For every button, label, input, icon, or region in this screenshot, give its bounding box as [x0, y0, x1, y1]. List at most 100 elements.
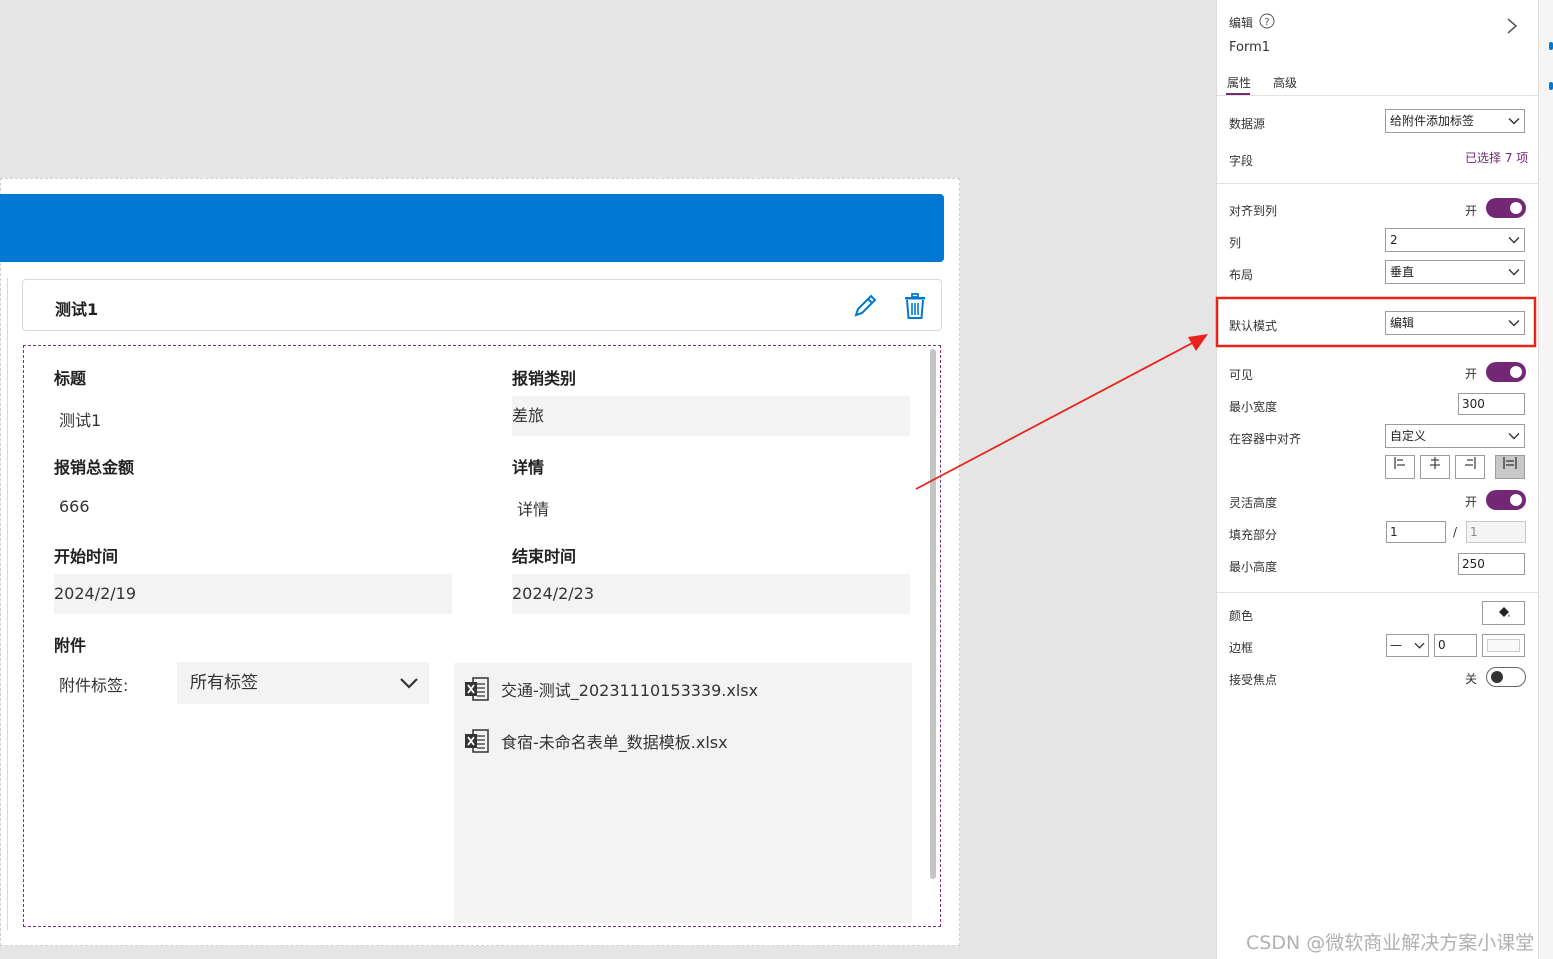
border-style-dropdown[interactable]: — — [1386, 634, 1429, 657]
color-label: 颜色 — [1229, 609, 1254, 623]
end-time-value[interactable]: 2024/2/23 — [512, 574, 910, 614]
align-center-button[interactable] — [1420, 455, 1450, 479]
color-picker[interactable] — [1482, 601, 1525, 625]
border-label: 边框 — [1229, 641, 1254, 655]
visible-state: 开 — [1465, 367, 1478, 381]
accept-focus-state: 关 — [1465, 672, 1478, 686]
align-stretch-icon — [1503, 457, 1517, 469]
detail-value[interactable]: 详情 — [517, 496, 549, 520]
min-height-input[interactable]: 250 — [1458, 553, 1525, 575]
visible-toggle[interactable] — [1486, 362, 1526, 382]
border-color-picker[interactable] — [1482, 634, 1525, 657]
title-label: 标题 — [54, 369, 87, 388]
snap-to-columns-state: 开 — [1465, 204, 1478, 218]
paint-bucket-icon — [1499, 607, 1510, 617]
attachment-list: 交通-测试_20231110153339.xlsx 食宿-未命名表单_数据模板.… — [454, 663, 912, 923]
trash-icon[interactable] — [902, 292, 928, 320]
attachment-item[interactable]: 食宿-未命名表单_数据模板.xlsx — [464, 726, 728, 756]
attachment-tag-dropdown[interactable]: 所有标签 — [177, 662, 429, 704]
align-start-button[interactable] — [1385, 455, 1415, 479]
category-value[interactable]: 差旅 — [512, 396, 910, 436]
accept-focus-label: 接受焦点 — [1229, 673, 1278, 687]
chevron-down-icon — [1508, 433, 1520, 440]
accept-focus-toggle[interactable] — [1486, 667, 1526, 687]
chevron-down-icon — [1508, 237, 1520, 244]
layout-label: 布局 — [1229, 268, 1254, 282]
visible-label: 可见 — [1229, 368, 1254, 382]
flexible-height-toggle[interactable] — [1486, 490, 1526, 510]
snap-to-columns-label: 对齐到列 — [1229, 204, 1278, 218]
fill-portions-separator: / — [1453, 525, 1458, 539]
border-width-input[interactable]: 0 — [1434, 634, 1477, 657]
flexible-height-label: 灵活高度 — [1229, 496, 1278, 510]
default-mode-value: 编辑 — [1390, 316, 1415, 330]
attachment-tag-label: 附件标签: — [59, 676, 129, 695]
toolbar-marker — [1549, 42, 1553, 50]
scrollbar[interactable] — [930, 349, 936, 879]
help-icon[interactable]: ? — [1259, 13, 1275, 29]
align-in-container-dropdown[interactable]: 自定义 — [1385, 424, 1525, 448]
category-label: 报销类别 — [512, 369, 577, 388]
border-color-swatch — [1487, 639, 1520, 652]
align-end-button[interactable] — [1455, 455, 1485, 479]
tab-properties[interactable]: 属性 — [1227, 74, 1251, 91]
attachment-name: 食宿-未命名表单_数据模板.xlsx — [501, 733, 728, 752]
fields-selected-link[interactable]: 已选择 7 项 — [1465, 149, 1528, 166]
flexible-height-state: 开 — [1465, 495, 1478, 509]
fill-portions-input[interactable]: 1 — [1386, 521, 1446, 543]
min-width-input[interactable]: 300 — [1458, 393, 1525, 415]
watermark: CSDN @微软商业解决方案小课堂 — [1246, 932, 1535, 954]
align-in-container-label: 在容器中对齐 — [1229, 432, 1302, 446]
columns-value: 2 — [1390, 233, 1398, 247]
panel-mode-label: 编辑 — [1229, 16, 1254, 30]
divider — [1217, 95, 1539, 96]
snap-to-columns-toggle[interactable] — [1486, 198, 1526, 218]
amount-value[interactable]: 666 — [59, 497, 90, 516]
start-time-value[interactable]: 2024/2/19 — [54, 574, 452, 614]
amount-label: 报销总金额 — [54, 458, 135, 477]
chevron-down-icon — [1508, 320, 1520, 327]
align-in-container-value: 自定义 — [1390, 429, 1427, 443]
min-width-label: 最小宽度 — [1229, 400, 1278, 414]
chevron-down-icon — [1508, 269, 1520, 276]
excel-file-icon — [465, 729, 489, 753]
toolbar-marker — [1549, 82, 1553, 90]
svg-text:?: ? — [1264, 17, 1269, 28]
excel-file-icon — [465, 677, 489, 701]
fill-portions-label: 填充部分 — [1229, 528, 1278, 542]
align-start-icon — [1394, 457, 1405, 469]
default-mode-label: 默认模式 — [1229, 319, 1278, 333]
tab-advanced[interactable]: 高级 — [1273, 74, 1297, 91]
border-style-value: — — [1390, 638, 1402, 652]
chevron-right-icon[interactable] — [1505, 17, 1519, 35]
annotation-arrow-head — [1188, 334, 1208, 351]
title-value[interactable]: 测试1 — [59, 407, 101, 431]
columns-dropdown[interactable]: 2 — [1385, 228, 1525, 252]
control-name: Form1 — [1229, 40, 1271, 55]
header-bar — [0, 194, 944, 262]
edit-pencil-icon[interactable] — [851, 292, 879, 320]
fields-label: 字段 — [1229, 154, 1254, 168]
layout-dropdown[interactable]: 垂直 — [1385, 260, 1525, 284]
chevron-down-icon — [1508, 118, 1520, 125]
data-source-value: 给附件添加标签 — [1390, 114, 1475, 128]
data-source-dropdown[interactable]: 给附件添加标签 — [1385, 109, 1525, 133]
attachment-label: 附件 — [54, 636, 87, 655]
divider — [1217, 183, 1539, 184]
chevron-down-icon — [1414, 642, 1425, 649]
attachment-item[interactable]: 交通-测试_20231110153339.xlsx — [464, 674, 758, 704]
default-mode-dropdown[interactable]: 编辑 — [1385, 311, 1525, 335]
detail-label: 详情 — [512, 458, 545, 477]
properties-panel: 编辑 ? Form1 属性 高级 数据源 给附件添加标签 字段 已选择 7 项 … — [1216, 0, 1539, 959]
divider — [1217, 592, 1539, 593]
attachment-tag-value: 所有标签 — [190, 673, 258, 693]
chevron-down-icon — [400, 678, 418, 689]
gallery-edge — [0, 278, 8, 930]
right-edge-toolbar — [1538, 0, 1553, 959]
min-height-label: 最小高度 — [1229, 560, 1278, 574]
record-title: 测试1 — [55, 300, 99, 319]
align-stretch-button[interactable] — [1495, 455, 1525, 479]
fill-portions-total: 1 — [1466, 521, 1526, 543]
layout-value: 垂直 — [1390, 265, 1415, 279]
start-time-label: 开始时间 — [54, 547, 119, 566]
